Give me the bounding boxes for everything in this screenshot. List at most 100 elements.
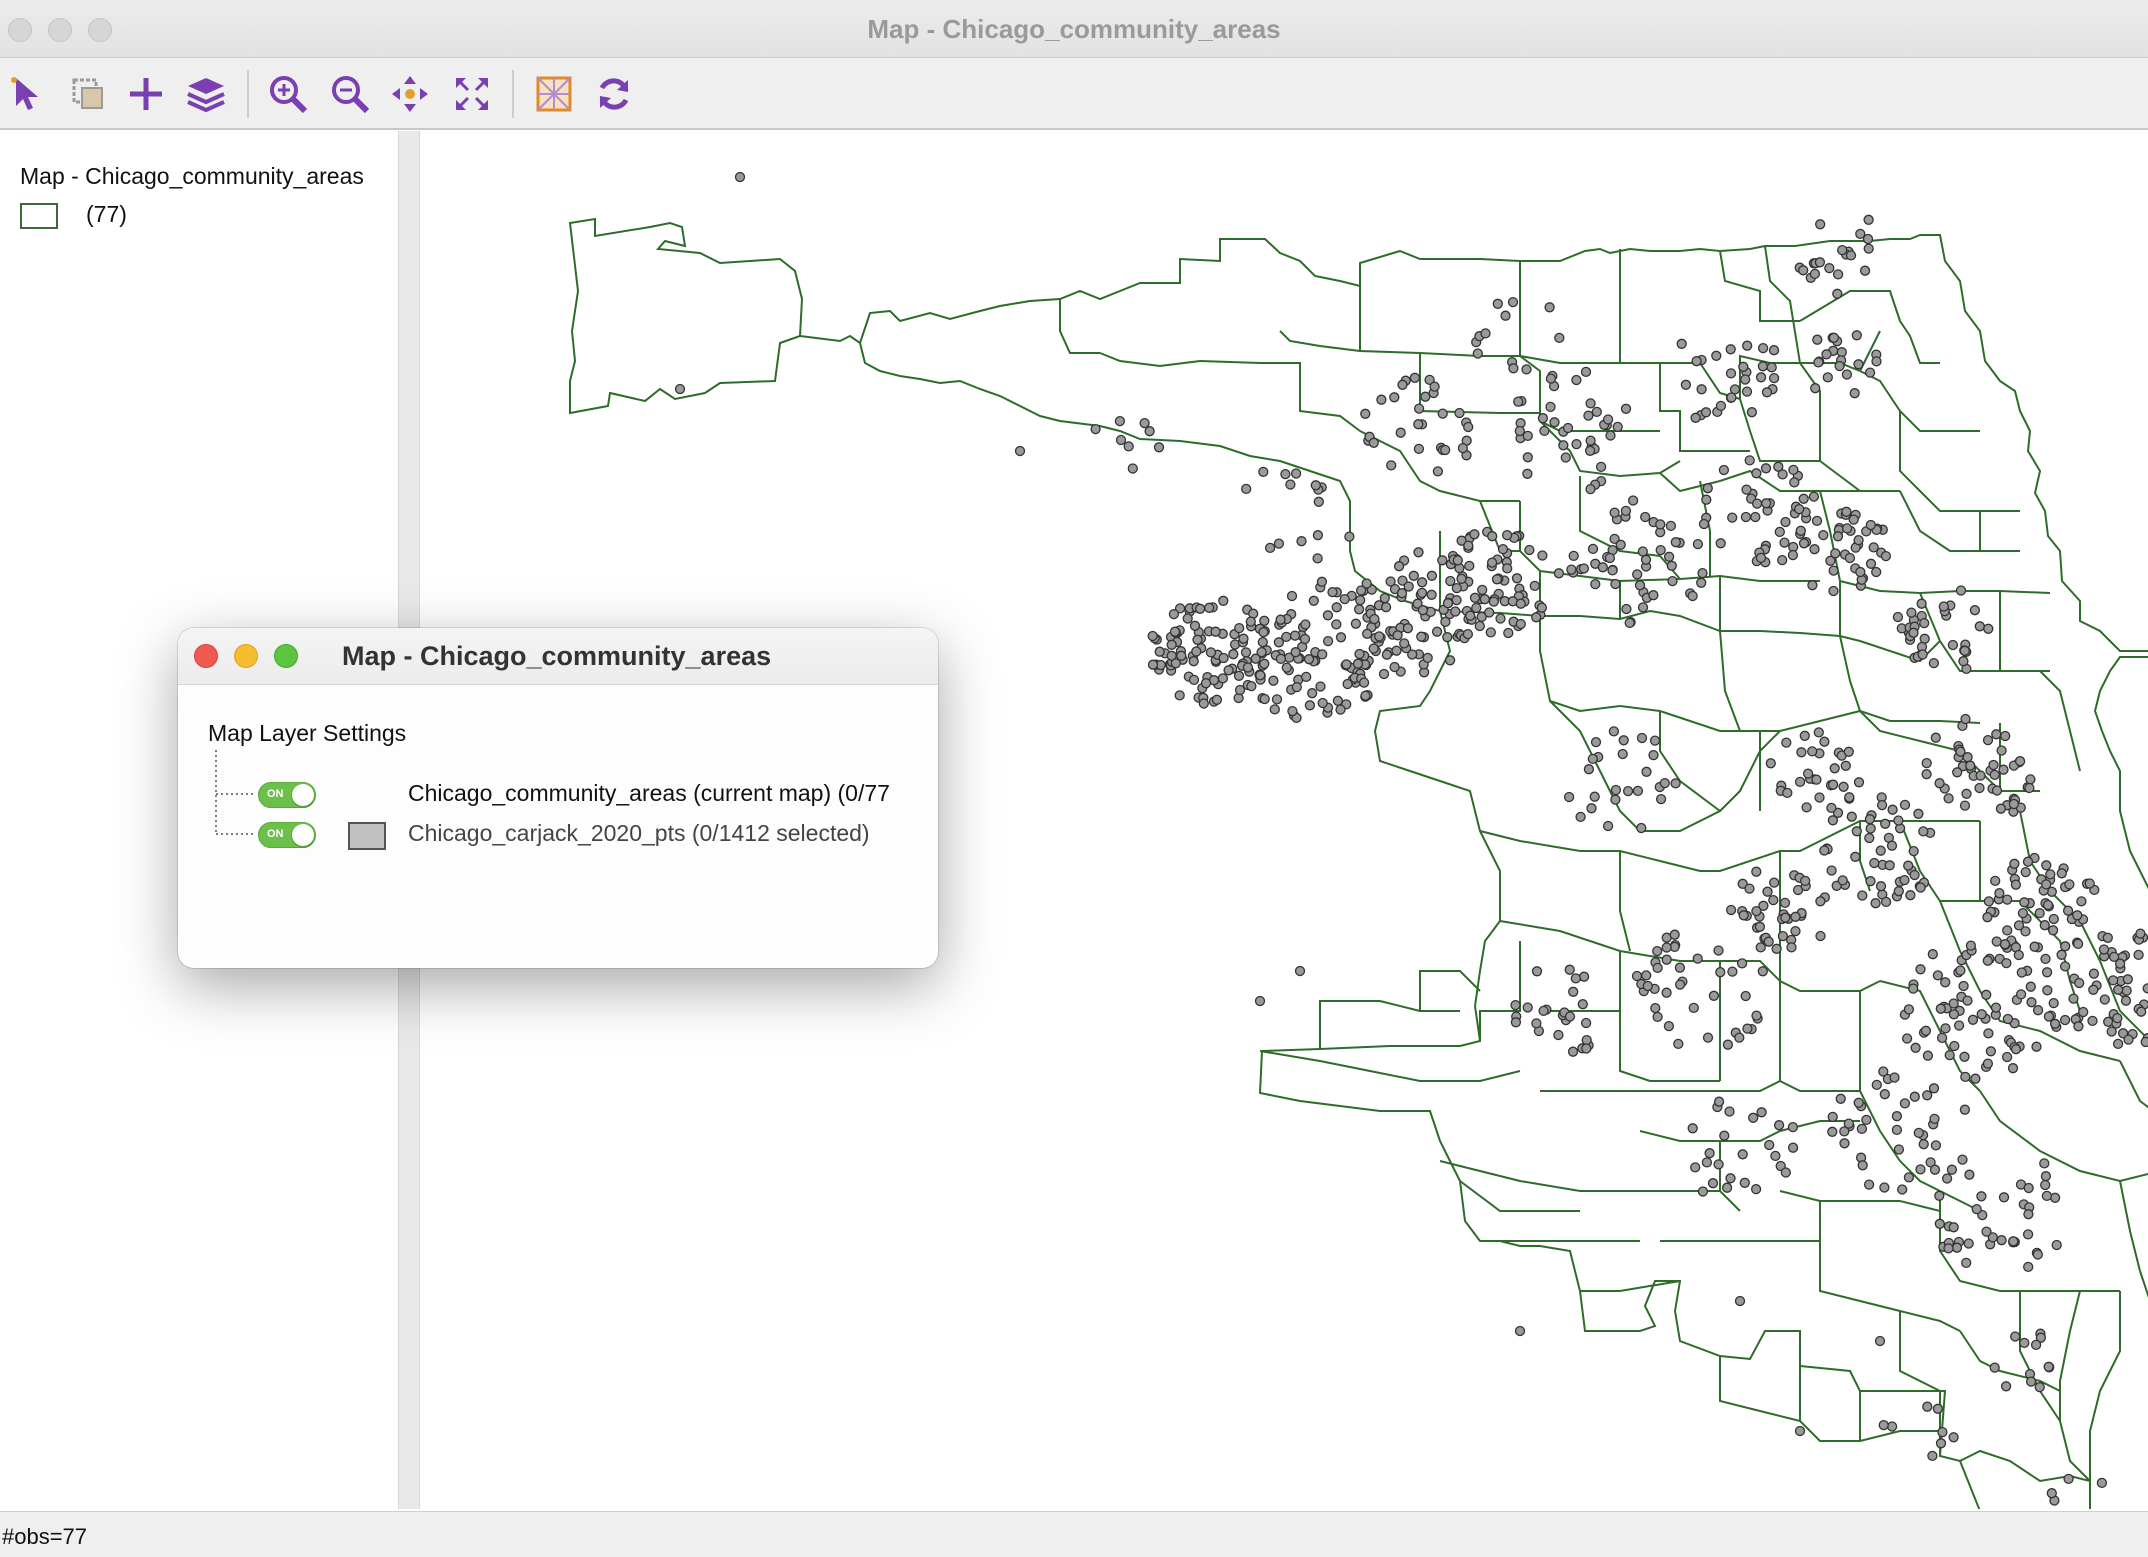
carjack-point[interactable] — [1814, 358, 1823, 367]
carjack-point[interactable] — [1337, 633, 1346, 642]
carjack-point[interactable] — [1844, 1119, 1853, 1128]
carjack-point[interactable] — [1496, 614, 1505, 623]
carjack-point[interactable] — [1239, 634, 1248, 643]
carjack-point[interactable] — [1390, 663, 1399, 672]
carjack-point[interactable] — [1622, 605, 1631, 614]
carjack-point[interactable] — [2141, 1038, 2148, 1047]
carjack-point[interactable] — [1513, 574, 1522, 583]
carjack-point[interactable] — [2042, 1191, 2051, 1200]
carjack-point[interactable] — [1923, 1091, 1932, 1100]
carjack-point[interactable] — [1990, 770, 1999, 779]
carjack-point[interactable] — [1828, 1112, 1837, 1121]
carjack-point[interactable] — [1453, 556, 1462, 565]
carjack-point[interactable] — [2123, 975, 2132, 984]
carjack-point[interactable] — [1415, 404, 1424, 413]
select-pointer-icon[interactable] — [6, 72, 50, 116]
carjack-point[interactable] — [2027, 998, 2036, 1007]
carjack-point[interactable] — [1984, 897, 1993, 906]
carjack-point[interactable] — [1340, 595, 1349, 604]
carjack-point[interactable] — [1892, 1112, 1901, 1121]
carjack-point[interactable] — [1292, 469, 1301, 478]
carjack-point[interactable] — [1282, 632, 1291, 641]
carjack-point[interactable] — [2085, 879, 2094, 888]
carjack-point[interactable] — [1642, 767, 1651, 776]
carjack-point[interactable] — [2044, 1362, 2053, 1371]
carjack-point[interactable] — [1642, 971, 1651, 980]
carjack-point[interactable] — [1876, 1337, 1885, 1346]
carjack-point[interactable] — [2026, 775, 2035, 784]
carjack-point[interactable] — [1705, 1149, 1714, 1158]
refresh-icon[interactable] — [592, 72, 636, 116]
carjack-point[interactable] — [1822, 350, 1831, 359]
carjack-point[interactable] — [1523, 469, 1532, 478]
carjack-point[interactable] — [1969, 1015, 1978, 1024]
carjack-point[interactable] — [1516, 599, 1525, 608]
carjack-point[interactable] — [1592, 407, 1601, 416]
carjack-point[interactable] — [1922, 770, 1931, 779]
carjack-point[interactable] — [1820, 737, 1829, 746]
carjack-point[interactable] — [1879, 1421, 1888, 1430]
carjack-point[interactable] — [1317, 577, 1326, 586]
carjack-point[interactable] — [1392, 646, 1401, 655]
carjack-point[interactable] — [1613, 422, 1622, 431]
carjack-point[interactable] — [1196, 604, 1205, 613]
carjack-point[interactable] — [1909, 847, 1918, 856]
carjack-point[interactable] — [1660, 779, 1669, 788]
carjack-point[interactable] — [1904, 1005, 1913, 1014]
carjack-point[interactable] — [1588, 754, 1597, 763]
carjack-point[interactable] — [1219, 654, 1228, 663]
carjack-point[interactable] — [1757, 553, 1766, 562]
carjack-point[interactable] — [1983, 956, 1992, 965]
carjack-point[interactable] — [1914, 809, 1923, 818]
carjack-point[interactable] — [1664, 1022, 1673, 1031]
carjack-point[interactable] — [1486, 628, 1495, 637]
carjack-point[interactable] — [1961, 1072, 1970, 1081]
carjack-point[interactable] — [2001, 940, 2010, 949]
carjack-point[interactable] — [1532, 613, 1541, 622]
carjack-point[interactable] — [1948, 641, 1957, 650]
carjack-point[interactable] — [1430, 382, 1439, 391]
carjack-point[interactable] — [1872, 1080, 1881, 1089]
carjack-point[interactable] — [1540, 426, 1549, 435]
carjack-point[interactable] — [2064, 906, 2073, 915]
carjack-point[interactable] — [1258, 638, 1267, 647]
carjack-point[interactable] — [1433, 467, 1442, 476]
carjack-point[interactable] — [1702, 408, 1711, 417]
carjack-point[interactable] — [1735, 1033, 1744, 1042]
carjack-point[interactable] — [1653, 963, 1662, 972]
carjack-point[interactable] — [1955, 1021, 1964, 1030]
carjack-point[interactable] — [1703, 484, 1712, 493]
carjack-point[interactable] — [2061, 962, 2070, 971]
carjack-point[interactable] — [1316, 682, 1325, 691]
carjack-point[interactable] — [1825, 264, 1834, 273]
carjack-point[interactable] — [1937, 1439, 1946, 1448]
zoom-out-icon[interactable] — [328, 72, 372, 116]
carjack-point[interactable] — [1756, 943, 1765, 952]
carjack-point[interactable] — [1941, 978, 1950, 987]
carjack-point[interactable] — [1609, 727, 1618, 736]
carjack-point[interactable] — [2069, 994, 2078, 1003]
carjack-point[interactable] — [1972, 1205, 1981, 1214]
carjack-point[interactable] — [1878, 801, 1887, 810]
carjack-point[interactable] — [1997, 1236, 2006, 1245]
carjack-point[interactable] — [2049, 999, 2058, 1008]
carjack-point[interactable] — [1930, 1114, 1939, 1123]
carjack-point[interactable] — [1953, 1243, 1962, 1252]
carjack-point[interactable] — [2114, 1039, 2123, 1048]
carjack-point[interactable] — [1336, 705, 1345, 714]
carjack-point[interactable] — [1539, 1006, 1548, 1015]
carjack-point[interactable] — [1525, 546, 1534, 555]
carjack-point[interactable] — [1618, 750, 1627, 759]
carjack-point[interactable] — [1291, 631, 1300, 640]
carjack-point[interactable] — [1992, 1003, 2001, 1012]
carjack-point[interactable] — [1554, 1031, 1563, 1040]
carjack-point[interactable] — [1677, 339, 1686, 348]
carjack-point[interactable] — [1323, 611, 1332, 620]
carjack-point[interactable] — [1933, 971, 1942, 980]
carjack-point[interactable] — [1256, 671, 1265, 680]
carjack-point[interactable] — [1606, 431, 1615, 440]
carjack-point[interactable] — [1501, 311, 1510, 320]
carjack-point[interactable] — [1999, 765, 2008, 774]
carjack-point[interactable] — [1956, 966, 1965, 975]
carjack-point[interactable] — [1808, 581, 1817, 590]
